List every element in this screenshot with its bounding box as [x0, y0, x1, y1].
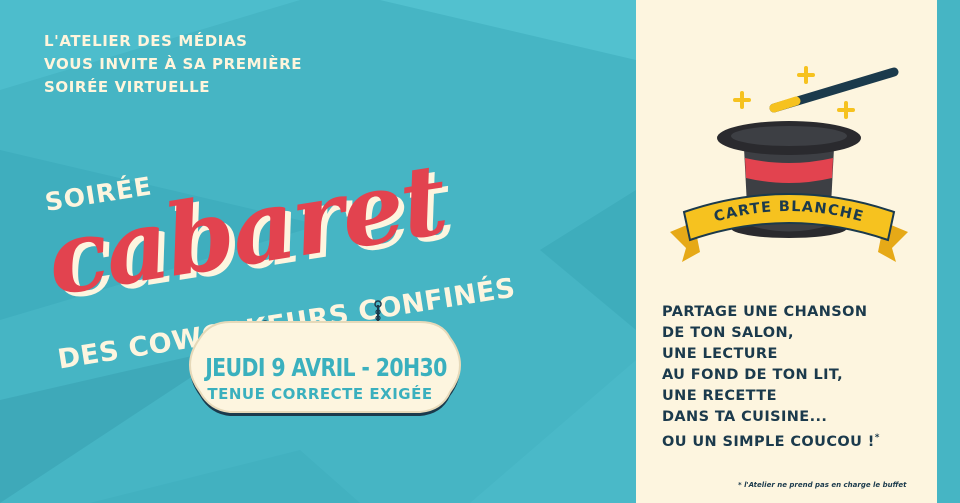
list-item: AU FOND DE TON LIT, [662, 367, 844, 383]
list-item: DANS TA CUISINE... [662, 409, 828, 425]
list-item-last: OU UN SIMPLE COUCOU !* [662, 428, 880, 453]
list-item: DE TON SALON, [662, 325, 794, 341]
footnote: * l'Atelier ne prend pas en charge le bu… [738, 481, 907, 489]
list-item-text: OU UN SIMPLE COUCOU ! [662, 433, 875, 450]
list-item: UNE LECTURE [662, 346, 778, 362]
event-date: JEUDI 9 AVRIL - 20H30 [205, 353, 447, 382]
magic-hat-illustration: CARTE BLANCHE [670, 66, 908, 262]
footnote-marker: * [874, 433, 880, 443]
wand-icon [769, 67, 899, 113]
suggestion-list: PARTAGE UNE CHANSON DE TON SALON, UNE LE… [662, 302, 880, 453]
right-edge-strip [937, 0, 960, 503]
invitation-flyer: L'ATELIER DES MÉDIAS VOUS INVITE À SA PR… [0, 0, 960, 503]
hanging-sign [189, 300, 461, 416]
dress-code: TENUE CORRECTE EXIGÉE [207, 385, 433, 403]
sign-text: JEUDI 9 AVRIL - 20H30 TENUE CORRECTE EXI… [180, 353, 460, 403]
list-item: UNE RECETTE [662, 388, 777, 404]
list-item: PARTAGE UNE CHANSON [662, 304, 868, 320]
